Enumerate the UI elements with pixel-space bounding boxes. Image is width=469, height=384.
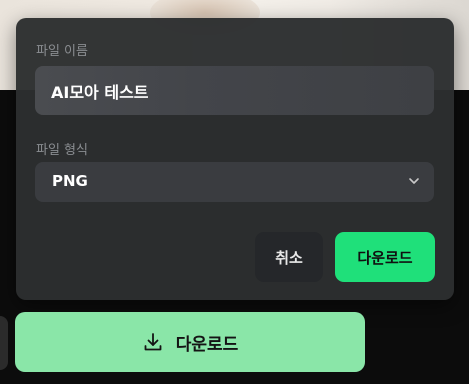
confirm-download-button[interactable]: 다운로드: [335, 232, 435, 282]
cancel-button[interactable]: 취소: [255, 232, 323, 282]
file-format-select[interactable]: PNG: [35, 162, 434, 202]
file-format-value: PNG: [52, 172, 88, 190]
download-button[interactable]: 다운로드: [15, 312, 365, 372]
chevron-down-icon: [409, 178, 419, 184]
background-side-button: [0, 316, 8, 370]
download-button-label: 다운로드: [175, 334, 239, 355]
file-name-input[interactable]: [35, 66, 434, 115]
download-icon: [144, 333, 162, 351]
file-format-label: 파일 형식: [36, 143, 88, 158]
download-dialog: 파일 이름 파일 형식 PNG 취소 다운로드: [16, 18, 454, 300]
file-name-label: 파일 이름: [36, 44, 88, 59]
